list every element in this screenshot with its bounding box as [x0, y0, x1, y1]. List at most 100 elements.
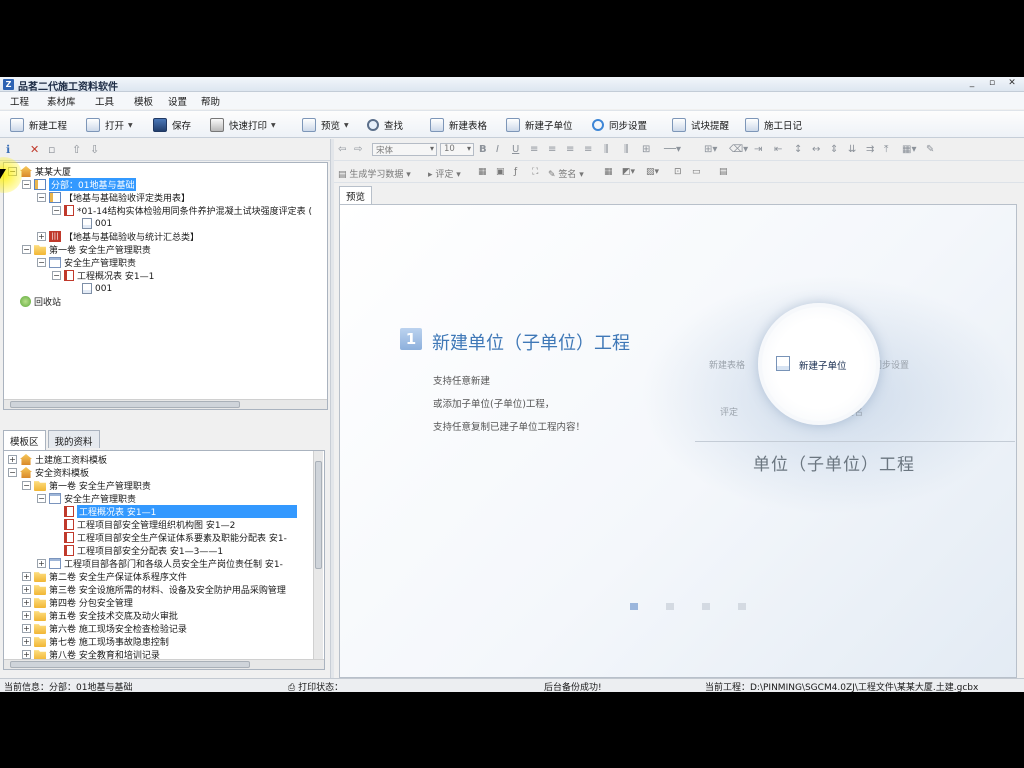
line-style-icon[interactable]: ──▾ [664, 144, 681, 155]
expand-icon[interactable]: + [22, 637, 31, 646]
expand-icon[interactable]: + [22, 598, 31, 607]
tree-node[interactable]: + 第六卷 施工现场安全检查检验记录 [22, 622, 187, 635]
collapse-icon[interactable]: − [37, 494, 46, 503]
tree-node[interactable]: + 第二卷 安全生产保证体系程序文件 [22, 570, 187, 583]
sign-button[interactable]: ✎ 签名 ▾ [548, 167, 584, 180]
border-icon[interactable]: ⊞▾ [704, 144, 717, 155]
insert-row-icon[interactable]: ⇊ [848, 144, 856, 155]
find-button[interactable]: 查找 [367, 117, 403, 133]
restore-button[interactable]: ▫ [986, 78, 998, 88]
calc-icon[interactable]: ▦ [478, 167, 487, 177]
construction-log-button[interactable]: 施工日记 [745, 117, 802, 133]
menu-template[interactable]: 模板 [134, 94, 153, 108]
menu-tools[interactable]: 工具 [95, 94, 114, 108]
tree-node[interactable]: − 第一卷 安全生产管理职责 [22, 479, 151, 492]
quick-print-button[interactable]: 快速打印 ▼ [210, 117, 276, 133]
insert-col-icon[interactable]: ⇉ [866, 144, 874, 155]
menu-material[interactable]: 素材库 [47, 94, 76, 108]
tree-node[interactable]: 工程概况表 安1—1 [64, 505, 297, 518]
valign-top-icon[interactable]: ⫼ [604, 144, 609, 155]
tree-node[interactable]: 工程项目部安全生产保证体系要素及职能分配表 安1- [64, 531, 287, 544]
save-button[interactable]: 保存 [153, 117, 191, 133]
expand-icon[interactable]: + [8, 455, 17, 464]
slide-dot[interactable] [630, 603, 638, 610]
collapse-icon[interactable]: − [37, 193, 46, 202]
fit-icon[interactable]: ⇕ [830, 144, 838, 155]
menu-project[interactable]: 工程 [10, 94, 29, 108]
align-left-icon[interactable]: ≡ [530, 144, 538, 155]
collapse-icon[interactable]: − [8, 468, 17, 477]
slide-dot[interactable] [702, 603, 710, 610]
row-height-icon[interactable]: ↕ [794, 144, 802, 155]
copy-icon[interactable]: ▫ [48, 143, 55, 156]
expand-icon[interactable]: + [22, 572, 31, 581]
align-center-icon[interactable]: ≡ [548, 144, 556, 155]
menu-help[interactable]: 帮助 [201, 94, 220, 108]
scrollbar-thumb[interactable] [10, 661, 250, 668]
expand-icon[interactable]: + [22, 585, 31, 594]
forward-arrow-icon[interactable]: ⇨ [354, 144, 362, 155]
info-icon[interactable]: ℹ [6, 143, 10, 156]
tree-node[interactable]: − 分部：01地基与基础 [22, 178, 137, 191]
sample-reminder-button[interactable]: 试块提醒 [672, 117, 729, 133]
tree-node[interactable]: 001 [70, 217, 112, 230]
col-width-icon[interactable]: ↔ [812, 144, 820, 155]
expand-icon[interactable]: + [37, 559, 46, 568]
underline-icon[interactable]: U [512, 144, 519, 155]
sync-settings-button[interactable]: 同步设置 [592, 117, 647, 133]
collapse-icon[interactable]: − [22, 180, 31, 189]
valign-middle-icon[interactable]: ⫼ [624, 144, 629, 155]
attachment-icon[interactable]: ⛶ [532, 167, 538, 177]
scrollbar-thumb[interactable] [10, 401, 240, 408]
font-family-select[interactable]: 宋体 [372, 143, 437, 156]
new-sub-unit-button[interactable]: 新建子单位 [506, 117, 573, 133]
format-painter-icon[interactable]: ✎ [926, 144, 934, 155]
tree-node[interactable]: + 土建施工资料模板 [8, 453, 107, 466]
collapse-icon[interactable]: − [52, 271, 61, 280]
grid-icon[interactable]: ▦ [604, 167, 613, 177]
tree-node[interactable]: 工程项目部安全分配表 安1—3——1 [64, 544, 223, 557]
expand-icon[interactable]: + [22, 611, 31, 620]
delete-row-icon[interactable]: ⤒ [884, 144, 888, 155]
collapse-icon[interactable]: − [37, 258, 46, 267]
tab-templates[interactable]: 模板区 [3, 430, 46, 450]
font-size-select[interactable]: 10 [440, 143, 474, 156]
tree-node[interactable]: + ||| 【地基与基础验收与统计汇总类】 [37, 230, 199, 243]
move-up-icon[interactable]: ⇧ [72, 143, 81, 156]
minimize-button[interactable]: _ [966, 78, 978, 88]
formula-icon[interactable]: ƒ [514, 167, 517, 177]
tree-node[interactable]: 工程项目部安全管理组织机构图 安1—2 [64, 518, 235, 531]
tree-node[interactable]: + 第七卷 施工现场事故隐患控制 [22, 635, 169, 648]
tree-node[interactable]: − 安全资料模板 [8, 466, 89, 479]
expand-icon[interactable]: + [22, 650, 31, 659]
menu-settings[interactable]: 设置 [168, 94, 187, 108]
evaluate-button[interactable]: ▸ 评定 ▾ [428, 167, 461, 180]
tree-node[interactable]: − 安全生产管理职责 [37, 492, 136, 505]
tree-node[interactable]: − 工程概况表 安1—1 [52, 269, 154, 282]
tree-node[interactable]: − 安全生产管理职责 [37, 256, 136, 269]
collapse-icon[interactable]: − [22, 245, 31, 254]
preview-button[interactable]: 预览 ▼ [302, 117, 349, 133]
eraser-icon[interactable]: ⌫▾ [729, 144, 748, 155]
close-button[interactable]: ✕ [1006, 78, 1018, 88]
tree-node[interactable]: + 工程项目部各部门和各级人员安全生产岗位责任制 安1- [37, 557, 283, 570]
generate-data-button[interactable]: ▤ 生成学习数据 ▾ [338, 167, 411, 180]
tree-node[interactable]: + 第五卷 安全技术交底及动火审批 [22, 609, 178, 622]
italic-icon[interactable]: I [496, 144, 499, 155]
merge-cells-icon[interactable]: ⊞ [642, 144, 650, 155]
horizontal-scrollbar[interactable] [4, 399, 327, 409]
bold-icon[interactable]: B [479, 144, 487, 155]
delete-icon[interactable]: ✕ [30, 143, 39, 156]
lock-icon[interactable]: ⊡ [674, 167, 682, 177]
justify-icon[interactable]: ≡ [584, 144, 592, 155]
slide-dot[interactable] [738, 603, 746, 610]
tab-my-data[interactable]: 我的资料 [47, 430, 100, 448]
table-icon[interactable]: ▦▾ [902, 144, 916, 155]
page-icon[interactable]: ▭ [692, 167, 701, 177]
vertical-scrollbar[interactable] [313, 451, 323, 659]
photo-icon[interactable]: ▣ [496, 167, 505, 177]
tree-node[interactable]: − *01-14结构实体检验用同条件养护混凝土试块强度评定表 ( [52, 204, 312, 217]
collapse-icon[interactable]: − [52, 206, 61, 215]
slide-dot[interactable] [666, 603, 674, 610]
expand-icon[interactable]: + [22, 624, 31, 633]
